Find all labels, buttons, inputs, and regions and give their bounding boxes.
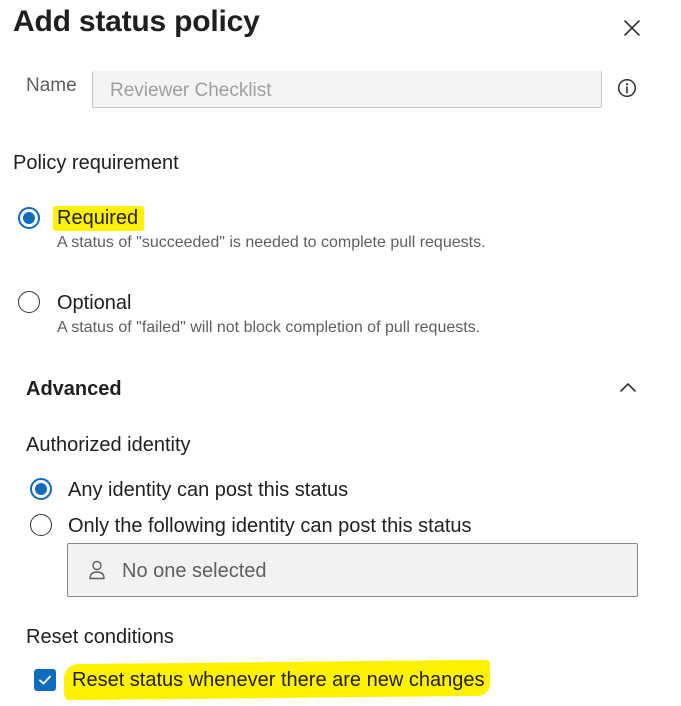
optional-option-label[interactable]: Optional	[57, 290, 132, 316]
specific-identity-option-label[interactable]: Only the following identity can post thi…	[68, 513, 472, 539]
chevron-up-icon	[620, 383, 636, 392]
reset-status-checkbox-label[interactable]: Reset status whenever there are new chan…	[72, 667, 484, 693]
specific-identity-radio[interactable]	[30, 514, 52, 536]
reset-status-checkbox[interactable]	[34, 669, 56, 691]
info-icon	[617, 78, 637, 98]
close-icon	[624, 20, 640, 36]
policy-requirement-label: Policy requirement	[13, 152, 179, 174]
panel-title: Add status policy	[13, 5, 260, 38]
checkmark-icon	[39, 675, 51, 685]
person-icon	[89, 560, 105, 580]
name-input[interactable]	[92, 71, 602, 108]
name-label: Name	[26, 75, 77, 96]
close-button[interactable]	[618, 14, 646, 42]
identity-picker[interactable]: No one selected	[67, 543, 638, 597]
any-identity-option-label[interactable]: Any identity can post this status	[68, 477, 348, 503]
required-option-description: A status of "succeeded" is needed to com…	[57, 234, 486, 251]
info-button[interactable]	[617, 78, 637, 98]
identity-picker-placeholder: No one selected	[122, 560, 267, 582]
any-identity-radio[interactable]	[30, 478, 52, 500]
advanced-section-title[interactable]: Advanced	[26, 376, 122, 402]
authorized-identity-label: Authorized identity	[26, 434, 191, 456]
optional-option-description: A status of "failed" will not block comp…	[57, 319, 481, 336]
required-radio[interactable]	[18, 207, 40, 229]
advanced-collapse-button[interactable]	[615, 374, 641, 400]
required-option-label[interactable]: Required	[57, 205, 138, 231]
reset-conditions-label: Reset conditions	[26, 626, 174, 648]
optional-radio[interactable]	[18, 291, 40, 313]
